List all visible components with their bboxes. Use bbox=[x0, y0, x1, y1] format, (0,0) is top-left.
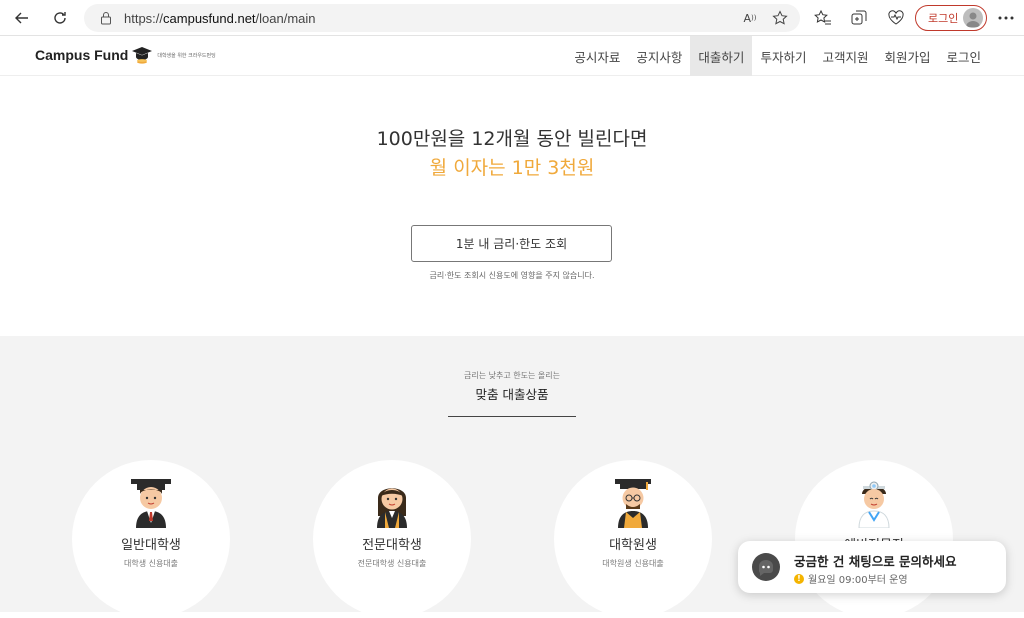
health-heart-icon[interactable] bbox=[885, 7, 907, 29]
product-name: 전문대학생 bbox=[362, 538, 422, 553]
profile-label: 로그인 bbox=[928, 12, 959, 25]
product-desc: 전문대학생 신용대출 bbox=[357, 559, 427, 568]
graduation-cap-icon bbox=[131, 45, 153, 65]
menu-item-support[interactable]: 고객지원 bbox=[814, 36, 876, 76]
graduate-boy-icon bbox=[126, 476, 176, 528]
product-card-graduate[interactable]: 대학원생 대학원생 신용대출 bbox=[554, 460, 712, 618]
credit-impact-note: 금리·한도 조회시 신용도에 영향을 주지 않습니다. bbox=[429, 271, 595, 280]
back-arrow-icon[interactable] bbox=[10, 6, 34, 30]
address-bar[interactable]: https://campusfund.net/loan/main A)) bbox=[84, 4, 800, 32]
product-card-professional[interactable]: 예비전문직 bbox=[795, 460, 953, 618]
rate-limit-check-button[interactable]: 1분 내 금리·한도 조회 bbox=[411, 225, 612, 262]
product-desc: 대학생 신용대출 bbox=[123, 559, 179, 568]
chat-title: 궁금한 건 채팅으로 문의하세요 bbox=[794, 554, 957, 569]
products-subtitle: 금리는 낮추고 한도는 올리는 bbox=[464, 371, 560, 380]
chat-bot-icon bbox=[752, 553, 780, 581]
read-aloud-icon[interactable]: A)) bbox=[740, 8, 760, 28]
products-title: 맞춤 대출상품 bbox=[475, 387, 549, 402]
product-name: 대학원생 bbox=[609, 538, 657, 553]
menu-item-loan[interactable]: 대출하기 bbox=[690, 36, 753, 76]
title-divider bbox=[448, 416, 576, 417]
warning-icon: ! bbox=[794, 573, 804, 584]
site-logo[interactable]: Campus Fund 대학생을 위한 크라우드펀딩 bbox=[35, 45, 216, 65]
product-card-general[interactable]: 일반대학생 대학생 신용대출 bbox=[72, 460, 230, 618]
favorites-icon[interactable] bbox=[812, 7, 834, 29]
chat-hours: 월요일 09:00부터 운영 bbox=[808, 575, 908, 586]
main-menu: 공시자료 공지사항 대출하기 투자하기 고객지원 회원가입 로그인 bbox=[566, 36, 989, 76]
favorite-star-icon[interactable] bbox=[770, 8, 790, 28]
hero-interest-highlight: 월 이자는 1만 3천원 bbox=[429, 157, 595, 179]
menu-item-notice[interactable]: 공지사항 bbox=[628, 36, 690, 76]
product-desc: 대학원생 신용대출 bbox=[602, 559, 664, 568]
avatar bbox=[963, 8, 983, 28]
menu-item-signup[interactable]: 회원가입 bbox=[876, 36, 938, 76]
graduate-girl-icon bbox=[367, 476, 417, 528]
refresh-icon[interactable] bbox=[48, 6, 72, 30]
menu-item-disclosure[interactable]: 공시자료 bbox=[566, 36, 628, 76]
menu-item-login[interactable]: 로그인 bbox=[938, 36, 989, 76]
url-text: https://campusfund.net/loan/main bbox=[124, 10, 316, 26]
logo-tagline: 대학생을 위한 크라우드펀딩 bbox=[157, 52, 216, 59]
site-header: Campus Fund 대학생을 위한 크라우드펀딩 공시자료 공지사항 대출하… bbox=[0, 36, 1024, 76]
hero-section: 100만원을 12개월 동안 빌린다면 월 이자는 1만 3천원 1분 내 금리… bbox=[0, 77, 1024, 336]
doctor-icon bbox=[849, 476, 899, 529]
chat-status: ! 월요일 09:00부터 운영 bbox=[794, 571, 908, 586]
profile-button[interactable]: 로그인 bbox=[915, 5, 987, 31]
menu-item-invest[interactable]: 투자하기 bbox=[752, 36, 814, 76]
hero-headline: 100만원을 12개월 동안 빌린다면 bbox=[376, 128, 648, 150]
browser-toolbar: https://campusfund.net/loan/main A)) 로그인 bbox=[0, 0, 1024, 36]
lock-icon bbox=[98, 10, 114, 26]
product-name: 일반대학생 bbox=[121, 538, 181, 553]
product-card-college[interactable]: 전문대학생 전문대학생 신용대출 bbox=[313, 460, 471, 618]
logo-text: Campus Fund bbox=[35, 47, 129, 63]
collections-icon[interactable] bbox=[848, 7, 870, 29]
more-menu-icon[interactable] bbox=[995, 7, 1017, 29]
grad-student-icon bbox=[608, 476, 658, 528]
chat-support-widget[interactable]: 궁금한 건 채팅으로 문의하세요 ! 월요일 09:00부터 운영 bbox=[738, 541, 1006, 593]
